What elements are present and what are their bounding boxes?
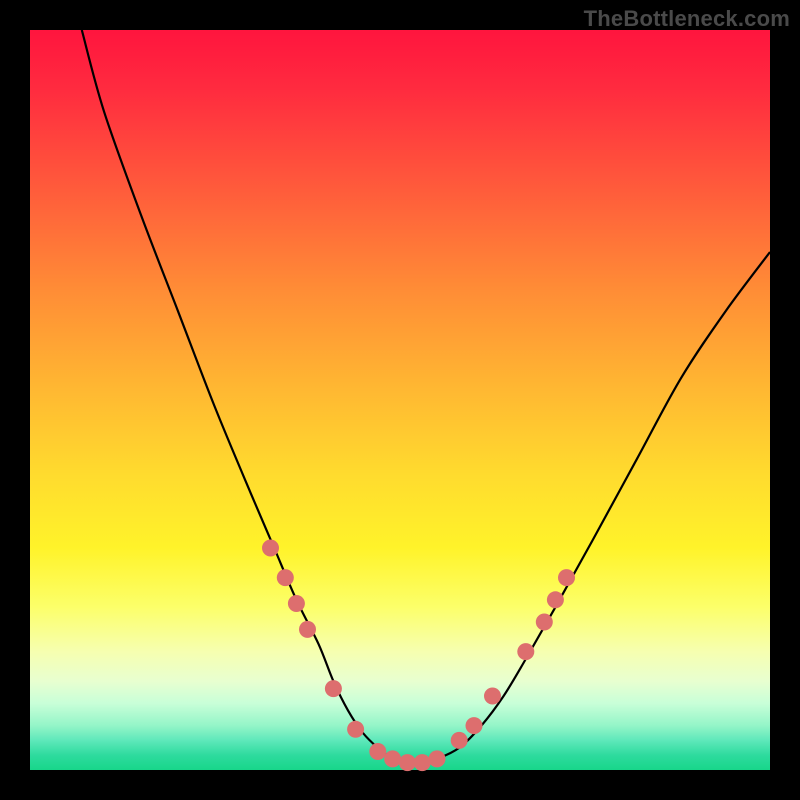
data-marker (347, 721, 364, 738)
data-marker (451, 732, 468, 749)
data-marker (299, 621, 316, 638)
data-marker (277, 569, 294, 586)
data-marker (429, 750, 446, 767)
data-marker (466, 717, 483, 734)
data-marker (536, 614, 553, 631)
watermark-text: TheBottleneck.com (584, 6, 790, 32)
bottleneck-curve (82, 30, 770, 763)
data-marker (399, 754, 416, 771)
curve-layer (30, 30, 770, 770)
chart-container: TheBottleneck.com (0, 0, 800, 800)
data-marker (414, 754, 431, 771)
data-marker (325, 680, 342, 697)
plot-area (30, 30, 770, 770)
data-marker (558, 569, 575, 586)
data-marker (484, 688, 501, 705)
data-marker (262, 540, 279, 557)
data-marker (288, 595, 305, 612)
data-marker (369, 743, 386, 760)
data-marker (384, 750, 401, 767)
curve-path (82, 30, 770, 763)
data-marker (547, 591, 564, 608)
data-marker (517, 643, 534, 660)
marker-group (262, 540, 575, 772)
